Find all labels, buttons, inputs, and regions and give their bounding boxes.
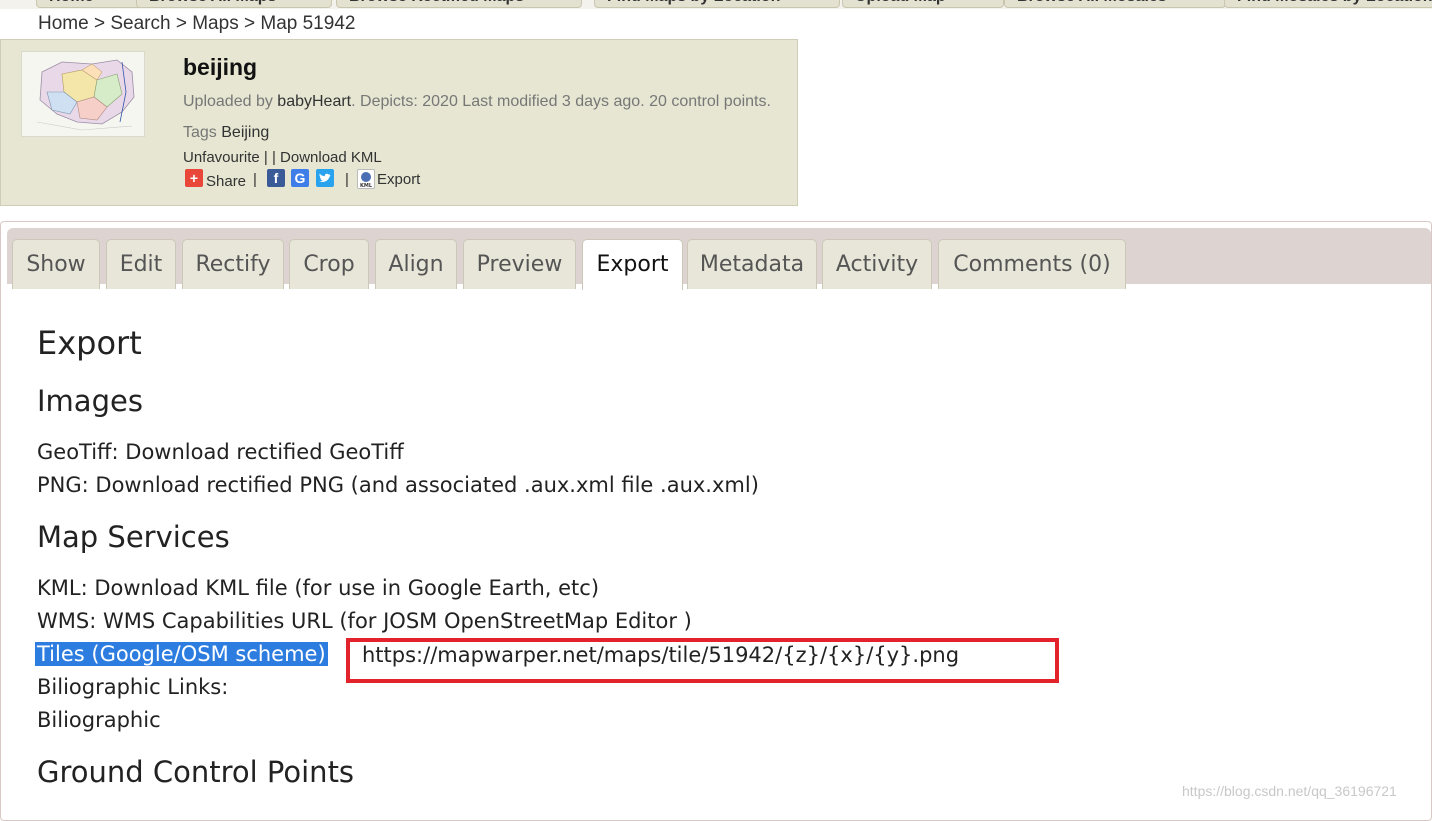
map-actions: Unfavourite | | Download KML — [183, 149, 382, 166]
tab-activity[interactable]: Activity — [822, 239, 932, 289]
top-nav-browse-all-maps[interactable]: Browse All Maps — [136, 0, 332, 8]
breadcrumb-separator: > — [243, 13, 256, 34]
share-separator: | — [253, 171, 257, 188]
tag-beijing[interactable]: Beijing — [221, 124, 269, 141]
export-link[interactable]: Export — [377, 171, 420, 188]
tab-export[interactable]: Export — [582, 239, 683, 290]
breadcrumb-separator: > — [175, 13, 187, 34]
ground-control-points-heading: Ground Control Points — [37, 755, 355, 789]
breadcrumb: Home > Search > Maps > Map 51942 — [38, 13, 355, 35]
map-metadata-line: Uploaded by babyHeart. Depicts: 2020 Las… — [183, 93, 771, 111]
download-kml-link[interactable]: Download KML — [280, 149, 382, 166]
geotiff-link[interactable]: GeoTiff: Download rectified GeoTiff — [37, 440, 404, 464]
map-details: . Depicts: 2020 Last modified 3 days ago… — [351, 93, 771, 110]
facebook-icon[interactable]: f — [267, 169, 285, 187]
png-link[interactable]: PNG: Download rectified PNG (and associa… — [37, 473, 759, 497]
tab-bar: Show Edit Rectify Crop Align Preview Exp… — [7, 228, 1431, 290]
breadcrumb-search[interactable]: Search — [110, 13, 170, 34]
tab-edit[interactable]: Edit — [106, 239, 176, 289]
watermark: https://blog.csdn.net/qq_36196721 — [1182, 783, 1397, 799]
map-thumbnail[interactable] — [21, 51, 145, 137]
unfavourite-link[interactable]: Unfavourite — [183, 149, 260, 166]
images-heading: Images — [37, 384, 143, 418]
tiles-label-text: Tiles (Google/OSM scheme) — [35, 642, 328, 666]
breadcrumb-home[interactable]: Home — [38, 13, 89, 34]
map-thumbnail-image — [22, 52, 144, 136]
top-nav-home[interactable]: Home — [36, 0, 146, 8]
top-nav: Home Browse All Maps Browse Rectified Ma… — [0, 0, 1432, 9]
top-nav-find-maps[interactable]: Find Maps by Location — [594, 0, 840, 8]
action-separator: | | — [263, 149, 276, 166]
breadcrumb-current: Map 51942 — [260, 13, 356, 34]
uploader-link[interactable]: babyHeart — [277, 93, 351, 110]
tab-metadata[interactable]: Metadata — [687, 239, 817, 289]
bibliographic-link[interactable]: Biliographic — [37, 708, 161, 732]
plus-icon[interactable]: + — [185, 169, 203, 187]
tags-line: Tags Beijing — [183, 124, 269, 142]
tags-label: Tags — [183, 124, 217, 141]
share-separator: | — [345, 171, 349, 188]
kml-icon[interactable]: KML — [357, 169, 375, 189]
bibliographic-links-label: Biliographic Links: — [37, 675, 229, 699]
top-nav-find-mosaics[interactable]: Find Mosaics by Location — [1224, 0, 1432, 8]
twitter-icon[interactable] — [316, 169, 334, 187]
map-summary-panel: beijing Uploaded by babyHeart. Depicts: … — [0, 39, 798, 206]
svg-text:KML: KML — [360, 183, 373, 188]
breadcrumb-separator: > — [93, 13, 106, 34]
map-services-heading: Map Services — [37, 520, 230, 554]
uploaded-by-label: Uploaded by — [183, 93, 273, 110]
top-nav-browse-mosaics[interactable]: Browse All Mosaics — [1004, 0, 1226, 8]
tab-preview[interactable]: Preview — [463, 239, 576, 289]
tab-align[interactable]: Align — [375, 239, 457, 289]
tab-show[interactable]: Show — [12, 239, 100, 289]
tiles-url-highlight-box — [346, 638, 1059, 683]
kml-download-link[interactable]: KML: Download KML file (for use in Googl… — [37, 576, 599, 600]
tab-comments[interactable]: Comments (0) — [938, 239, 1126, 289]
tab-rectify[interactable]: Rectify — [182, 239, 284, 289]
tiles-label: Tiles (Google/OSM scheme) — [35, 642, 328, 666]
export-heading: Export — [37, 324, 142, 362]
breadcrumb-maps[interactable]: Maps — [192, 13, 238, 34]
top-nav-browse-rectified[interactable]: Browse Rectified Maps — [336, 0, 582, 8]
top-nav-upload-map[interactable]: Upload Map — [842, 0, 1004, 8]
wms-capabilities-link[interactable]: WMS: WMS Capabilities URL (for JOSM Open… — [37, 609, 692, 633]
tab-crop[interactable]: Crop — [289, 239, 369, 289]
map-title: beijing — [183, 54, 258, 80]
share-link[interactable]: Share — [206, 173, 246, 190]
google-icon[interactable]: G — [291, 169, 309, 187]
